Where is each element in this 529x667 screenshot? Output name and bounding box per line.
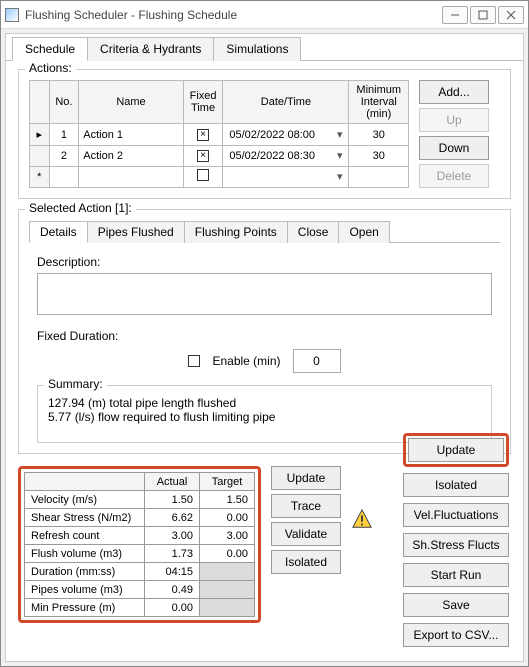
down-button[interactable]: Down (419, 136, 489, 160)
actions-col-no: No. (49, 81, 79, 124)
minimize-button[interactable] (442, 6, 468, 24)
chevron-down-icon[interactable]: ▾ (330, 128, 342, 141)
description-label: Description: (37, 255, 492, 269)
tab-close[interactable]: Close (287, 221, 340, 243)
tab-simulations[interactable]: Simulations (213, 37, 301, 61)
window-title: Flushing Scheduler - Flushing Schedule (25, 8, 442, 22)
vel-fluctuations-button[interactable]: Vel.Fluctuations (403, 503, 509, 527)
selected-action-group: Selected Action [1]: Details Pipes Flush… (18, 209, 511, 454)
table-row: Refresh count3.003.00 (25, 527, 255, 545)
table-row: Min Pressure (m)0.00 (25, 599, 255, 617)
trace-button[interactable]: Trace (271, 494, 341, 518)
metrics-table: Actual Target Velocity (m/s)1.501.50 She… (24, 472, 255, 617)
actions-legend: Actions: (25, 61, 76, 75)
actions-table[interactable]: No. Name Fixed Time Date/Time Minimum In… (29, 80, 409, 188)
table-row: Velocity (m/s)1.501.50 (25, 491, 255, 509)
main-tabstrip: Schedule Criteria & Hydrants Simulations (6, 36, 523, 61)
actions-col-fixed: Fixed Time (183, 81, 223, 124)
sh-stress-flucts-button[interactable]: Sh.Stress Flucts (403, 533, 509, 557)
selected-legend: Selected Action [1]: (25, 201, 136, 215)
actions-col-mininterval: Minimum Interval (min) (349, 81, 409, 124)
up-button[interactable]: Up (419, 108, 489, 132)
new-row-indicator: * (30, 166, 50, 187)
summary-line-1: 127.94 (m) total pipe length flushed (48, 396, 481, 410)
actions-col-datetime: Date/Time (223, 81, 349, 124)
update-highlight: Update (403, 433, 509, 467)
isolated-button[interactable]: Isolated (403, 473, 509, 497)
tab-pipes-flushed[interactable]: Pipes Flushed (87, 221, 185, 243)
table-row: Flush volume (m3)1.730.00 (25, 545, 255, 563)
enable-minutes-input[interactable]: 0 (293, 349, 341, 373)
datetime-value: 05/02/2022 08:30 (229, 150, 315, 162)
cell-name[interactable]: Action 1 (79, 124, 183, 145)
selected-tabstrip: Details Pipes Flushed Flushing Points Cl… (29, 220, 500, 243)
table-row: Duration (mm:ss)04:15 (25, 563, 255, 581)
checkbox-icon: × (197, 129, 209, 141)
description-input[interactable] (37, 273, 492, 315)
delete-button[interactable]: Delete (419, 164, 489, 188)
actions-col-rowselector (30, 81, 50, 124)
tab-criteria[interactable]: Criteria & Hydrants (87, 37, 214, 61)
table-row[interactable]: 2 Action 2 × 05/02/2022 08:30 ▾ 30 (30, 145, 409, 166)
tab-details[interactable]: Details (29, 221, 88, 243)
fixed-duration-label: Fixed Duration: (37, 329, 492, 343)
close-icon (506, 10, 516, 20)
table-row: Pipes volume (m3)0.49 (25, 581, 255, 599)
maximize-button[interactable] (470, 6, 496, 24)
cell-datetime[interactable]: 05/02/2022 08:00 ▾ (223, 124, 349, 145)
cell-fixed[interactable] (183, 166, 223, 187)
table-row-new[interactable]: * ▾ (30, 166, 409, 187)
add-button[interactable]: Add... (419, 80, 489, 104)
local-update-button[interactable]: Update (271, 466, 341, 490)
summary-line-2: 5.77 (l/s) flow required to flush limiti… (48, 410, 481, 424)
local-isolated-button[interactable]: Isolated (271, 550, 341, 574)
export-csv-button[interactable]: Export to CSV... (403, 623, 509, 647)
datetime-value: 05/02/2022 08:00 (229, 129, 315, 141)
tab-schedule[interactable]: Schedule (12, 37, 88, 61)
cell-name[interactable]: Action 2 (79, 145, 183, 166)
warning-icon (351, 508, 373, 530)
row-indicator (30, 145, 50, 166)
actions-side-buttons: Add... Up Down Delete (419, 80, 489, 188)
metrics-highlight: Actual Target Velocity (m/s)1.501.50 She… (18, 466, 261, 623)
tab-flushing-points[interactable]: Flushing Points (184, 221, 288, 243)
app-window: Flushing Scheduler - Flushing Schedule S… (0, 0, 529, 667)
checkbox-icon: × (197, 150, 209, 162)
update-button[interactable]: Update (408, 438, 504, 462)
metrics-col-actual: Actual (145, 473, 200, 491)
cell-fixed[interactable]: × (183, 124, 223, 145)
client-area: Schedule Criteria & Hydrants Simulations… (5, 33, 524, 662)
summary-legend: Summary: (44, 377, 107, 391)
mid-buttons: Update Trace Validate Isolated (271, 466, 341, 574)
table-row: Shear Stress (N/m2)6.620.00 (25, 509, 255, 527)
close-button[interactable] (498, 6, 524, 24)
enable-label: Enable (min) (212, 354, 280, 368)
validate-button[interactable]: Validate (271, 522, 341, 546)
app-icon (5, 8, 19, 22)
tab-open[interactable]: Open (338, 221, 389, 243)
cell-datetime[interactable]: ▾ (223, 166, 349, 187)
cell-no[interactable]: 2 (49, 145, 79, 166)
titlebar: Flushing Scheduler - Flushing Schedule (1, 1, 528, 29)
metrics-col-target: Target (200, 473, 255, 491)
chevron-down-icon[interactable]: ▾ (330, 170, 342, 183)
cell-datetime[interactable]: 05/02/2022 08:30 ▾ (223, 145, 349, 166)
table-row[interactable]: ▸ 1 Action 1 × 05/02/2022 08:00 ▾ 30 (30, 124, 409, 145)
maximize-icon (478, 10, 488, 20)
cell-fixed[interactable]: × (183, 145, 223, 166)
cell-no[interactable]: 1 (49, 124, 79, 145)
cell-mininterval[interactable]: 30 (349, 145, 409, 166)
tab-body: Actions: No. Name Fixed Time Date/Time M… (6, 61, 523, 661)
start-run-button[interactable]: Start Run (403, 563, 509, 587)
save-button[interactable]: Save (403, 593, 509, 617)
cell-mininterval[interactable]: 30 (349, 124, 409, 145)
actions-group: Actions: No. Name Fixed Time Date/Time M… (18, 69, 511, 199)
minimize-icon (450, 10, 460, 20)
row-indicator: ▸ (30, 124, 50, 145)
checkbox-icon (197, 169, 209, 181)
actions-col-name: Name (79, 81, 183, 124)
chevron-down-icon[interactable]: ▾ (330, 149, 342, 162)
right-button-column: Update Isolated Vel.Fluctuations Sh.Stre… (403, 433, 509, 647)
enable-checkbox[interactable] (188, 355, 200, 367)
